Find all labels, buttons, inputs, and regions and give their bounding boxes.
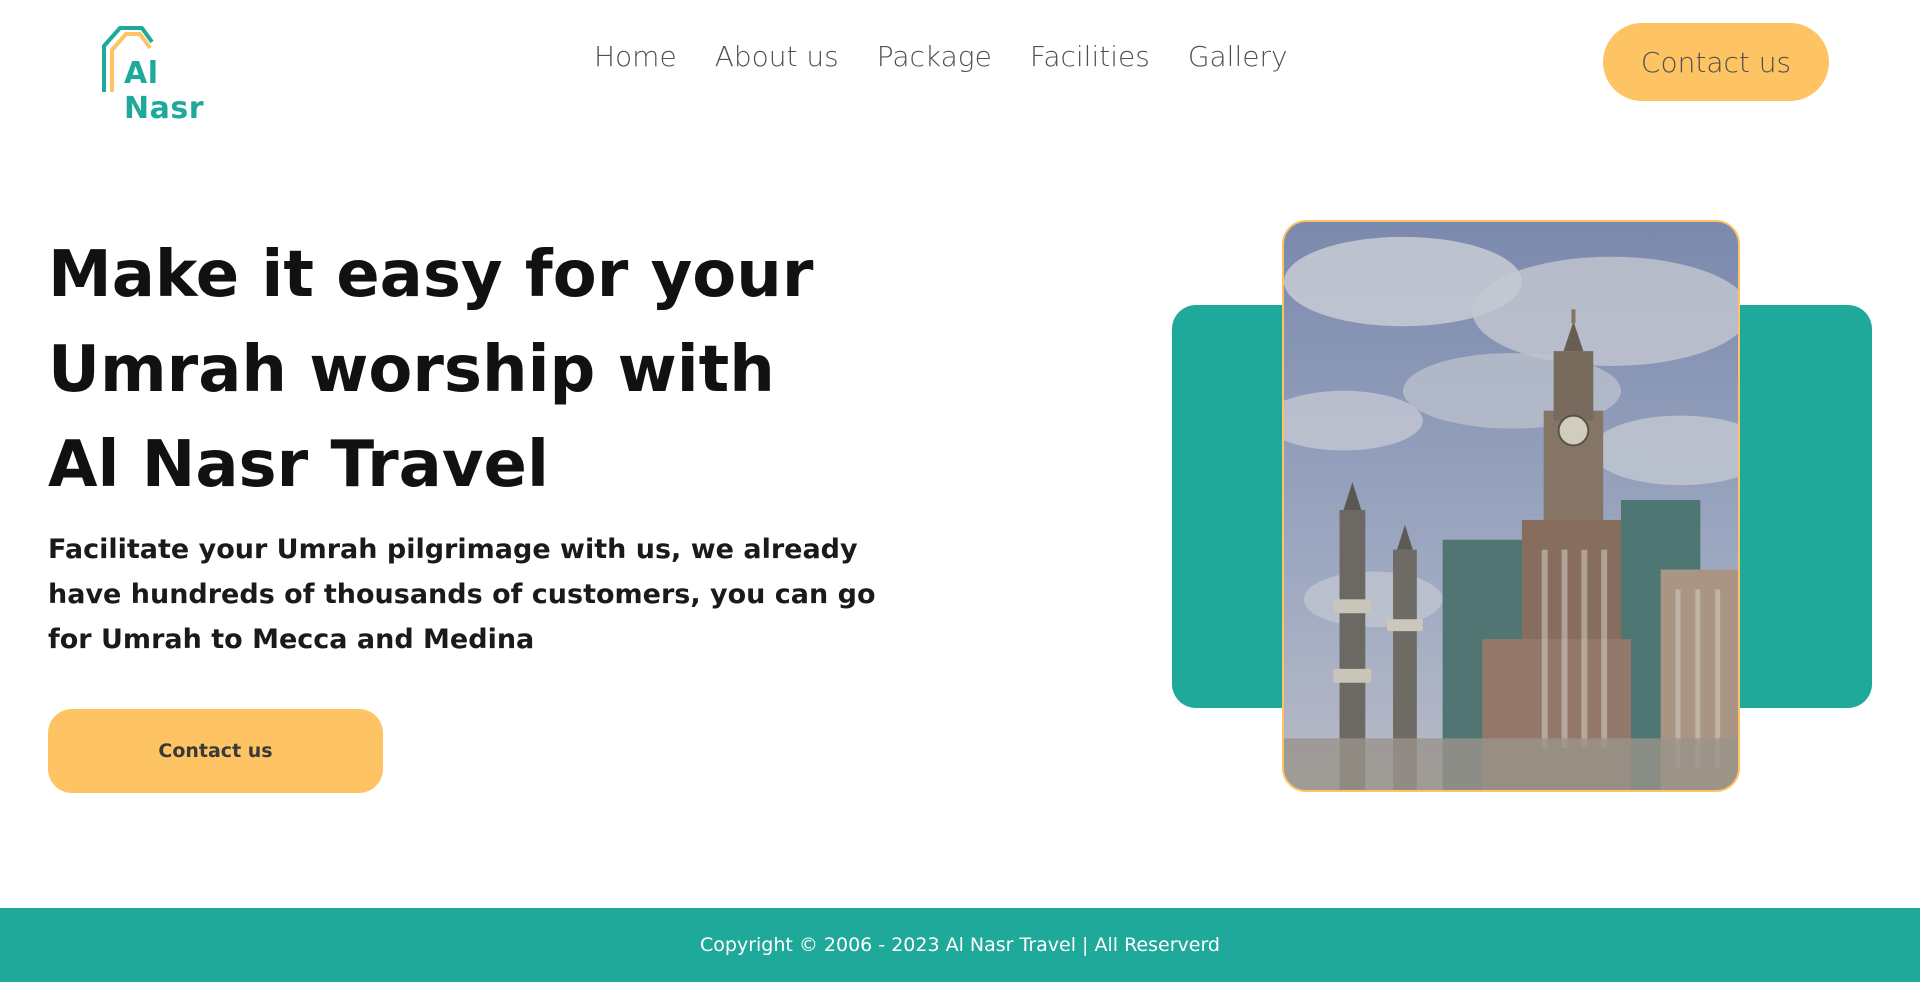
nav-about-us[interactable]: About us (715, 40, 839, 73)
nav-package[interactable]: Package (877, 40, 992, 73)
hero-title: Make it easy for your Umrah worship with… (48, 238, 814, 502)
brand-name: Al Nasr (124, 56, 205, 126)
site-footer: Copyright © 2006 - 2023 Al Nasr Travel |… (0, 908, 1920, 982)
nav-home[interactable]: Home (594, 40, 677, 73)
hero-image (1282, 220, 1740, 792)
mecca-clock-tower-photo (1284, 222, 1738, 790)
copyright-text: Copyright © 2006 - 2023 Al Nasr Travel |… (700, 934, 1220, 956)
logo[interactable]: Al Nasr (100, 22, 240, 126)
site-header: Al Nasr Home About us Package Facilities… (0, 0, 1920, 126)
main-nav: Home About us Package Facilities Gallery (594, 40, 1288, 73)
nav-gallery[interactable]: Gallery (1188, 40, 1288, 73)
hero-subtitle: Facilitate your Umrah pilgrimage with us… (48, 534, 876, 655)
header-contact-button[interactable]: Contact us (1603, 23, 1829, 101)
nav-facilities[interactable]: Facilities (1030, 40, 1150, 73)
hero-contact-button[interactable]: Contact us (48, 709, 383, 793)
